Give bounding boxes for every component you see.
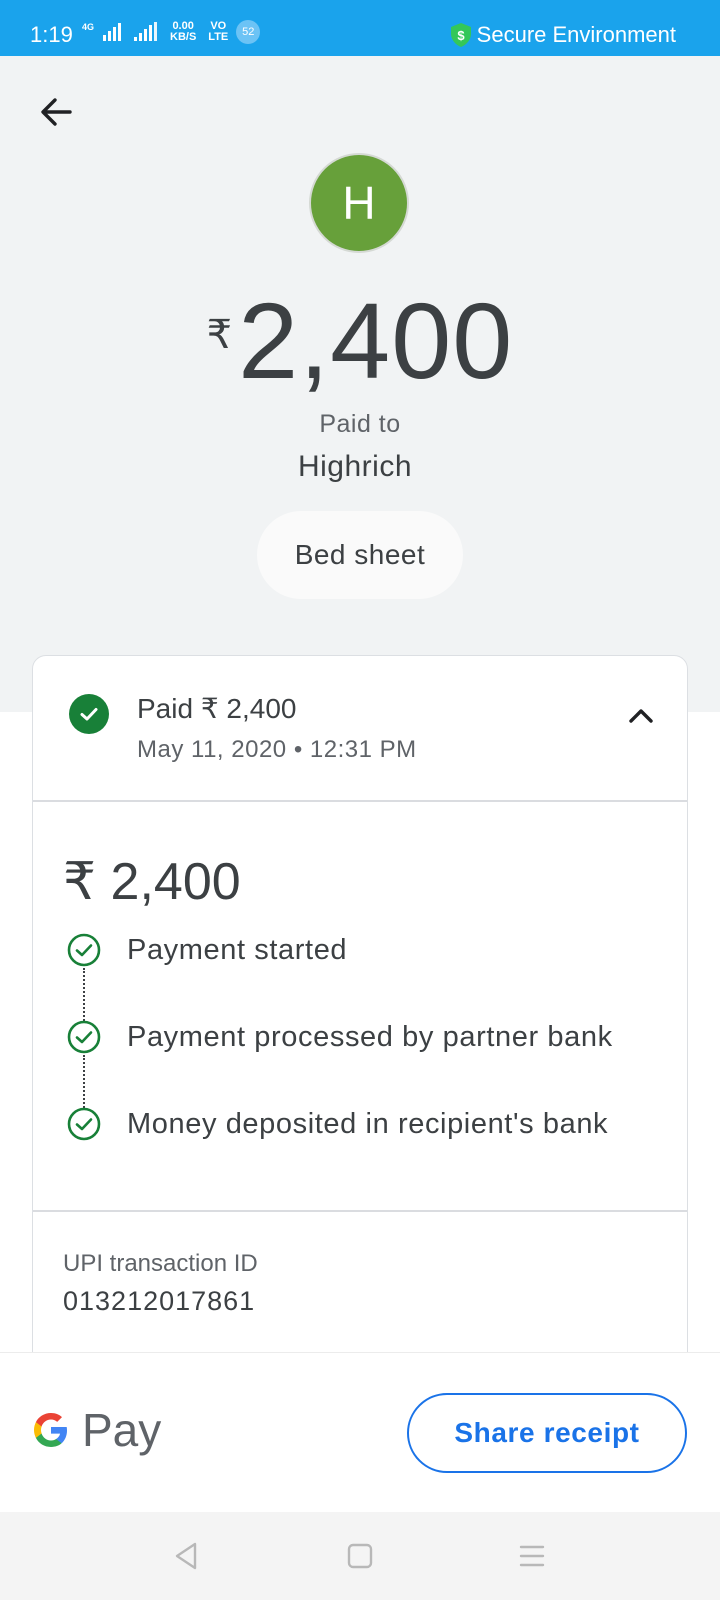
timeline-step-processed: Payment processed by partner bank: [67, 1019, 613, 1055]
step-label: Money deposited in recipient's bank: [127, 1107, 609, 1140]
svg-text:$: $: [457, 28, 465, 43]
amount-value: 2,400: [238, 280, 514, 401]
bottom-action-bar: Pay Share receipt: [0, 1352, 720, 1513]
transaction-details-card: Paid ₹ 2,400 May 11, 2020 • 12:31 PM ₹ 2…: [32, 655, 688, 1355]
payment-amount: ₹2,400: [0, 278, 720, 403]
signal-icon: [103, 23, 122, 41]
three-line-menu-icon: [519, 1545, 545, 1567]
nav-home-button[interactable]: [340, 1538, 380, 1574]
timeline-connector: [83, 1055, 85, 1111]
arrow-back-icon: [41, 98, 72, 126]
check-circle-outline-icon: [67, 1020, 101, 1054]
timeline-step-deposited: Money deposited in recipient's bank: [67, 1106, 608, 1142]
nav-menu-button[interactable]: [512, 1538, 552, 1574]
payee-name: Highrich: [297, 450, 413, 483]
card-header[interactable]: Paid ₹ 2,400 May 11, 2020 • 12:31 PM: [33, 656, 687, 802]
status-title: Paid ₹ 2,400: [137, 693, 297, 724]
status-time: 1:19: [30, 22, 73, 47]
card-amount: ₹ 2,400: [63, 853, 241, 911]
success-icon: [69, 694, 109, 734]
payee-avatar: H: [309, 153, 409, 253]
check-icon: [80, 708, 98, 721]
nav-back-button[interactable]: [166, 1538, 206, 1574]
back-button[interactable]: [32, 88, 80, 136]
volte-bottom: LTE: [208, 31, 229, 43]
timeline-connector: [83, 968, 85, 1024]
google-pay-logo: Pay: [30, 1403, 161, 1457]
network-4g-label: 4G: [82, 21, 95, 32]
brand-text: Pay: [82, 1404, 162, 1456]
check-circle-outline-icon: [67, 1107, 101, 1141]
speed-unit: KB/S: [170, 31, 197, 43]
network-speed: 0.00 KB/S: [170, 21, 196, 43]
signal-icon-2: [134, 22, 158, 41]
secure-label: Secure Environment: [476, 22, 676, 47]
step-label: Payment processed by partner bank: [127, 1020, 613, 1053]
square-home-icon: [347, 1543, 373, 1569]
share-receipt-button[interactable]: Share receipt: [407, 1393, 687, 1473]
upi-transaction-id-label: UPI transaction ID: [63, 1250, 258, 1277]
collapse-button[interactable]: [617, 692, 665, 740]
status-datetime: May 11, 2020 • 12:31 PM: [137, 736, 417, 763]
check-circle-outline-icon: [67, 933, 101, 967]
secure-environment-indicator: $ Secure Environment: [449, 22, 676, 48]
volte-indicator: VO LTE: [208, 21, 228, 43]
status-bar: 1:19 4G 0.00 KB/S VO LTE 52 $ Secure Env…: [0, 0, 720, 56]
divider: [33, 1210, 687, 1212]
payment-note: Bed sheet: [257, 511, 463, 599]
triangle-back-icon: [175, 1542, 197, 1570]
upi-transaction-id[interactable]: 013212017861: [63, 1286, 255, 1317]
notification-badge: 52: [236, 20, 261, 44]
currency-symbol: ₹: [206, 313, 233, 357]
step-label: Payment started: [127, 933, 348, 966]
system-navigation-bar: [0, 1512, 720, 1600]
google-g-icon: [34, 1413, 67, 1447]
chevron-up-icon: [629, 709, 653, 723]
paid-to-label: Paid to: [319, 410, 401, 438]
timeline-step-started: Payment started: [67, 932, 347, 968]
shield-icon: $: [450, 23, 471, 47]
status-icons: 4G 0.00 KB/S VO LTE 52: [82, 20, 261, 44]
